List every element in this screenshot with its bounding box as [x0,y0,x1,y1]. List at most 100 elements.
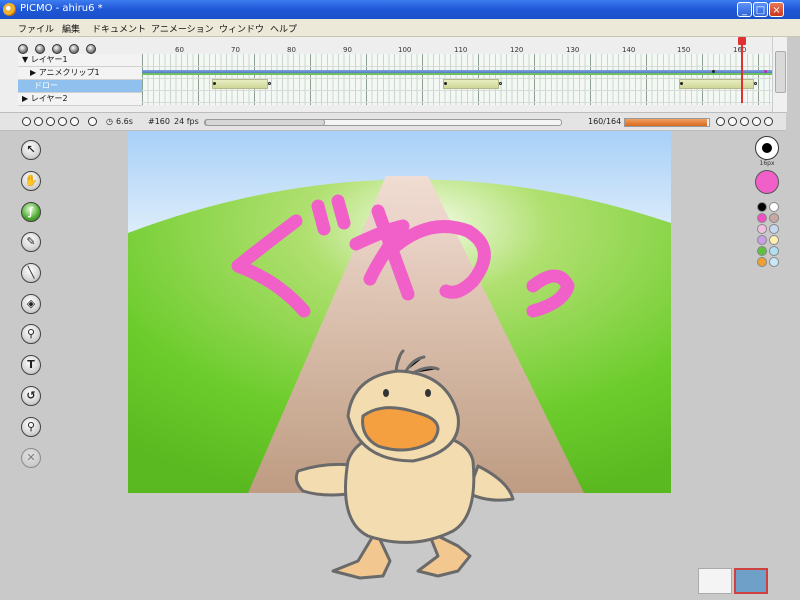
rotate-icon[interactable]: ↺ [21,386,41,406]
color-swatch[interactable] [769,246,779,256]
line-icon[interactable]: ╲ [21,263,41,283]
current-frame: #160 [148,117,170,126]
menu-animation[interactable]: アニメーション [151,22,214,35]
scrollbar-thumb[interactable] [775,51,786,93]
onion-skin-icon[interactable] [22,117,31,126]
ruler-label: 70 [231,46,240,54]
layer-item-layer2[interactable]: ▶ レイヤー2 [18,93,142,106]
close-button[interactable]: × [769,2,784,17]
timeline-toolbar [18,39,98,54]
ruler-label: 160 [733,46,747,54]
keyframe-marker[interactable] [499,82,502,85]
keyframe-marker[interactable] [268,82,271,85]
playhead[interactable] [738,37,746,103]
layer-list: ▼ レイヤー1 ▶ アニメクリップ1 ドロー ▶ レイヤー2 [18,54,142,106]
ruler-label: 110 [454,46,468,54]
playback-progress[interactable] [624,118,710,127]
hscroll-thumb[interactable] [205,119,325,126]
settings-icon[interactable] [88,117,97,126]
duck-character[interactable] [128,131,671,600]
app-window: PICMO - ahiru6 * _ □ × ファイル 編集 ドキュメント アニ… [0,0,800,600]
timeline-menu-icon[interactable] [18,44,28,54]
layer-item-layer1[interactable]: ▼ レイヤー1 [18,54,142,67]
last-frame-icon[interactable] [764,117,773,126]
minimize-button[interactable]: _ [737,2,752,17]
frame-rate: 24 fps [174,117,199,126]
bucket-icon[interactable]: ◈ [21,294,41,314]
progress-fill [625,119,707,126]
color-swatch[interactable] [757,213,767,223]
arrow-select-icon[interactable]: ↖ [21,140,41,160]
next-frame-icon[interactable] [752,117,761,126]
menu-document[interactable]: ドキュメント [92,22,146,35]
zoom-icon[interactable]: ⚲ [21,417,41,437]
clip-span-line [142,73,772,75]
timeline-delete-layer-icon[interactable] [52,44,63,54]
center-frame-icon[interactable] [58,117,67,126]
prev-frame-icon[interactable] [728,117,737,126]
tween-clip[interactable] [443,79,499,89]
scene-thumbnail[interactable] [698,568,732,594]
hand-icon[interactable]: ✋ [21,171,41,191]
keyframe-marker[interactable] [213,82,216,85]
color-swatch[interactable] [769,235,779,245]
menu-edit[interactable]: 編集 [62,22,80,35]
ruler-label: 60 [175,46,184,54]
keyframe-marker[interactable] [764,70,767,73]
timeline-settings-icon[interactable] [86,44,97,54]
ruler-label: 130 [566,46,580,54]
color-swatch[interactable] [757,257,767,267]
frame-ruler[interactable]: 60 70 80 90 100 110 120 130 140 150 160 [142,38,772,54]
color-swatch[interactable] [757,246,767,256]
ruler-label: 120 [510,46,524,54]
timeline-hscroll[interactable] [204,119,562,126]
text-icon[interactable]: T [21,355,41,375]
timeline-scrollbar[interactable] [772,37,787,112]
menu-help[interactable]: ヘルプ [270,22,297,35]
tween-clip[interactable] [212,79,268,89]
keyframe-marker[interactable] [444,82,447,85]
maximize-button[interactable]: □ [753,2,768,17]
layer-item-draw[interactable]: ドロー [18,80,142,93]
elapsed-time: 6.6s [116,117,133,126]
keyframe-marker[interactable] [712,70,715,73]
timeline-panel: 60 70 80 90 100 110 120 130 140 150 160 … [0,37,786,112]
keyframe-marker[interactable] [754,82,757,85]
keyframe-marker[interactable] [680,82,683,85]
ruler-label: 150 [677,46,691,54]
color-swatch[interactable] [769,257,779,267]
window-title: PICMO - ahiru6 * [20,3,103,14]
scene-thumbnail-selected[interactable] [734,568,768,594]
eyedropper-icon[interactable]: ⚲ [21,324,41,344]
timeline-add-layer-icon[interactable] [35,44,46,54]
first-frame-icon[interactable] [716,117,725,126]
color-swatch[interactable] [757,224,767,234]
pencil-icon[interactable]: ✎ [21,232,41,252]
brush-size-label: 16px [759,160,775,167]
color-swatch[interactable] [757,202,767,212]
layer-item-animeclip1[interactable]: ▶ アニメクリップ1 [18,67,142,80]
brush-size-icon[interactable] [755,136,779,160]
color-swatch[interactable] [757,235,767,245]
clock-icon: ◷ [106,117,113,126]
menu-file[interactable]: ファイル [18,22,54,35]
ruler-label: 100 [398,46,412,54]
ruler-label: 80 [287,46,296,54]
menu-window[interactable]: ウィンドウ [219,22,264,35]
playback-bar: ◷ 6.6s #160 24 fps 160/164 [0,112,786,131]
frame-mode-icon[interactable] [46,117,55,126]
color-swatch[interactable] [769,224,779,234]
current-color-swatch[interactable] [755,170,779,194]
timeline-folder-icon[interactable] [69,44,80,54]
color-swatch[interactable] [769,202,779,212]
loop-icon[interactable] [34,117,43,126]
title-bar: PICMO - ahiru6 * _ □ × [0,0,800,19]
play-icon[interactable] [740,117,749,126]
disabled-tool-icon: ✕ [21,448,41,468]
edit-multiple-icon[interactable] [70,117,79,126]
ruler-label: 140 [622,46,636,54]
color-swatch[interactable] [769,213,779,223]
brush-icon[interactable]: ∫ [21,202,41,222]
frame-tracks[interactable] [142,54,772,105]
ruler-label: 90 [343,46,352,54]
